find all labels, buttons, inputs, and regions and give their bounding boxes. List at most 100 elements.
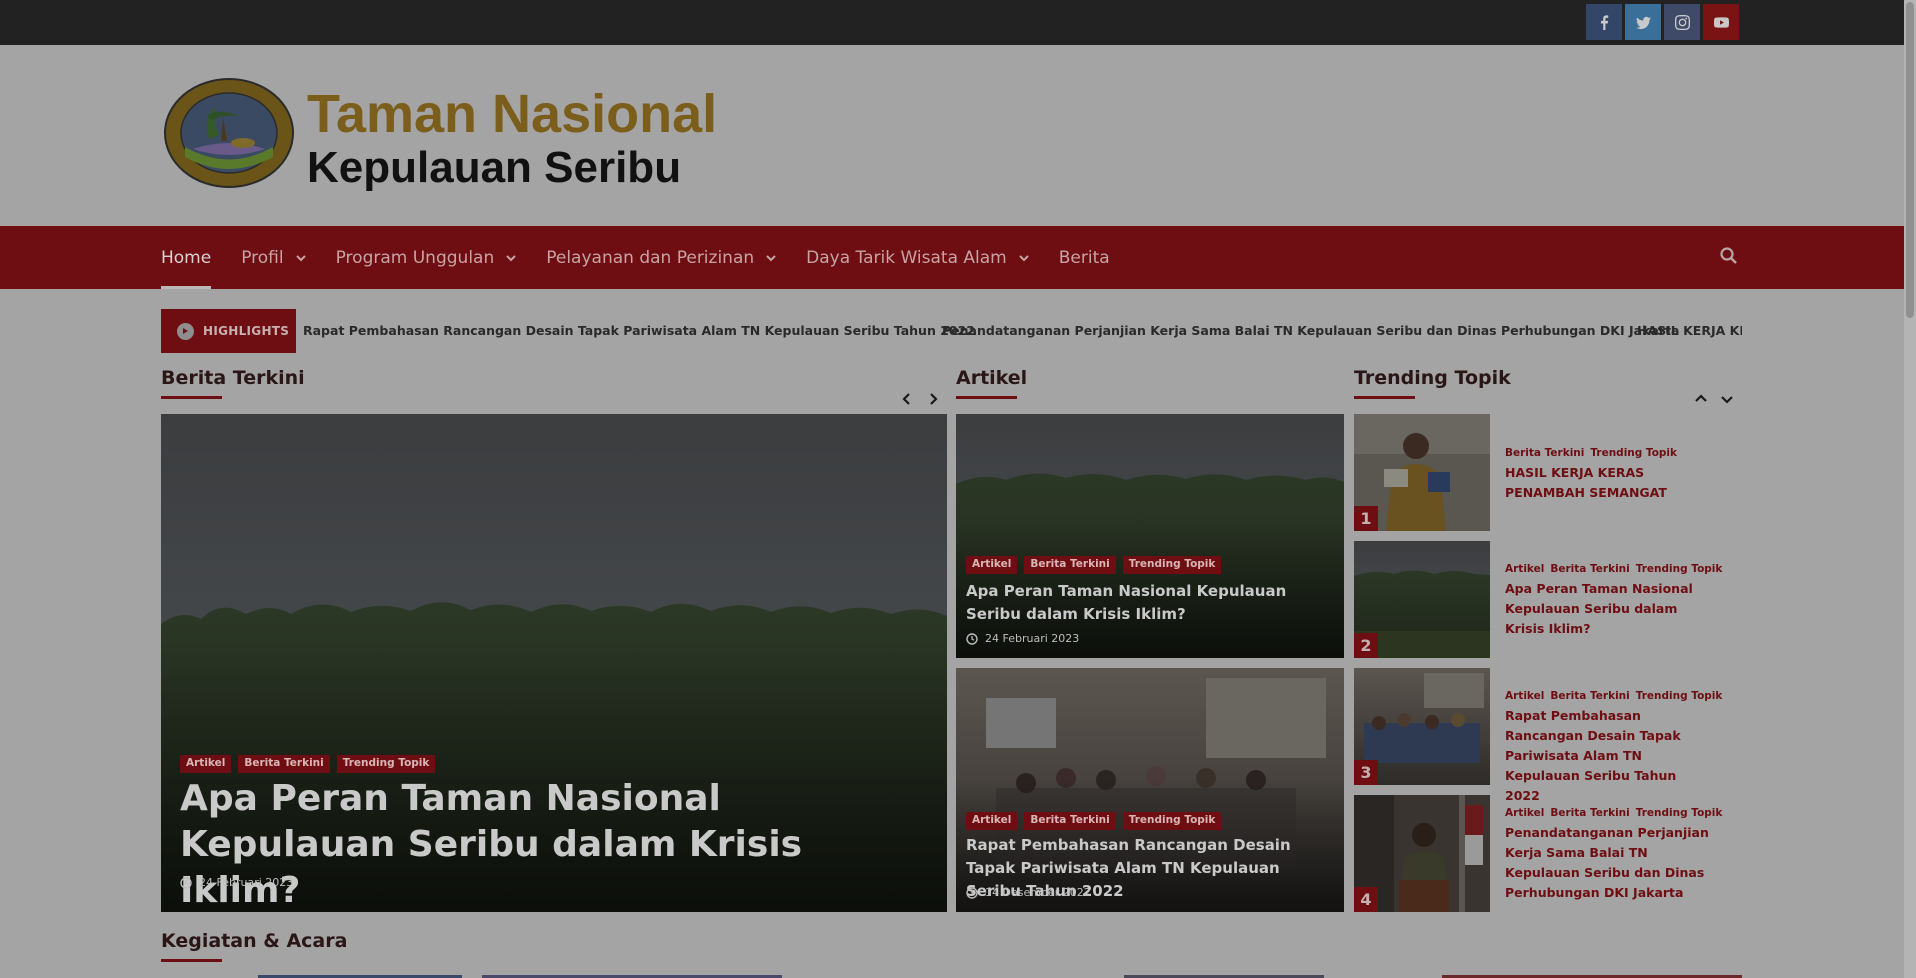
- nav-item-berita[interactable]: Berita: [1059, 226, 1110, 289]
- logo-badge-icon: [164, 78, 294, 188]
- trending-rank: 3: [1354, 760, 1378, 785]
- category-link[interactable]: Trending Topik: [1636, 563, 1723, 575]
- trending-thumbnail: 2: [1354, 541, 1490, 658]
- youtube-link[interactable]: [1703, 4, 1739, 40]
- trending-categories: Artikel Berita Terkini Trending Topik: [1505, 807, 1722, 819]
- logo-text: Taman Nasional Kepulauan Seribu: [307, 85, 717, 193]
- tag-artikel[interactable]: Artikel: [180, 755, 232, 773]
- artikel-tags: Artikel Berita Terkini Trending Topik: [966, 556, 1222, 574]
- tag-trending-topik[interactable]: Trending Topik: [1122, 556, 1222, 574]
- logo-title-line2: Kepulauan Seribu: [307, 143, 682, 192]
- tag-artikel[interactable]: Artikel: [966, 812, 1018, 830]
- trending-item[interactable]: 1 Berita Terkini Trending Topik HASIL KE…: [1354, 414, 1744, 531]
- trending-rank: 1: [1354, 506, 1378, 531]
- trending-item[interactable]: 4 Artikel Berita Terkini Trending Topik …: [1354, 795, 1744, 912]
- ticker-item[interactable]: Penandatanganan Perjanjian Kerja Sama Ba…: [942, 323, 1679, 338]
- scrollbar-thumb[interactable]: [1906, 2, 1914, 318]
- trending-thumbnail: 1: [1354, 414, 1490, 531]
- prev-arrow-icon[interactable]: [900, 392, 914, 406]
- page-scrollbar[interactable]: [1904, 0, 1916, 978]
- tag-berita-terkini[interactable]: Berita Terkini: [238, 755, 330, 773]
- trending-categories: Artikel Berita Terkini Trending Topik: [1505, 563, 1722, 575]
- date-text: 24 Februari 2023: [199, 876, 294, 889]
- nav-item-home[interactable]: Home: [161, 226, 212, 289]
- nav-item-program-unggulan[interactable]: Program Unggulan: [336, 226, 517, 289]
- category-link[interactable]: Berita Terkini: [1550, 690, 1629, 702]
- trending-item[interactable]: 2 Artikel Berita Terkini Trending Topik …: [1354, 541, 1744, 658]
- tag-trending-topik[interactable]: Trending Topik: [336, 755, 436, 773]
- trending-rank: 2: [1354, 633, 1378, 658]
- chevron-down-icon[interactable]: [1720, 392, 1734, 406]
- category-link[interactable]: Trending Topik: [1636, 807, 1723, 819]
- ticker-item[interactable]: HASIL KERJA KER: [1637, 323, 1742, 338]
- twitter-icon: [1635, 16, 1651, 29]
- section-title-kegiatan: Kegiatan & Acara: [161, 930, 348, 962]
- chevron-down-icon: [295, 254, 306, 261]
- category-link[interactable]: Artikel: [1505, 690, 1544, 702]
- main-nav: Home Profil Program Unggulan Pelayanan d…: [0, 226, 1904, 289]
- highlights-ticker: Rapat Pembahasan Rancangan Desain Tapak …: [296, 309, 1742, 353]
- trending-thumbnail: 3: [1354, 668, 1490, 785]
- instagram-icon: [1674, 14, 1690, 30]
- featured-article-card[interactable]: Artikel Berita Terkini Trending Topik Ap…: [161, 414, 947, 912]
- chevron-down-icon: [1019, 254, 1029, 261]
- nav-item-label: Daya Tarik Wisata Alam: [806, 247, 1007, 268]
- logo-title-line1: Taman Nasional: [307, 84, 718, 144]
- instagram-link[interactable]: [1664, 4, 1700, 40]
- highlights-badge: HIGHLIGHTS: [161, 309, 296, 353]
- site-logo[interactable]: Taman Nasional Kepulauan Seribu: [163, 77, 717, 193]
- category-link[interactable]: Trending Topik: [1590, 447, 1677, 459]
- trending-title[interactable]: HASIL KERJA KERAS PENAMBAH SEMANGAT: [1505, 463, 1715, 503]
- category-link[interactable]: Trending Topik: [1636, 690, 1723, 702]
- trending-categories: Artikel Berita Terkini Trending Topik: [1505, 690, 1722, 702]
- category-link[interactable]: Berita Terkini: [1505, 447, 1584, 459]
- next-arrow-icon[interactable]: [926, 392, 940, 406]
- trending-title[interactable]: Penandatanganan Perjanjian Kerja Sama Ba…: [1505, 823, 1715, 903]
- section-title-berita-terkini: Berita Terkini: [161, 367, 305, 399]
- facebook-icon: [1600, 14, 1608, 30]
- chevron-down-icon: [506, 254, 516, 261]
- clock-icon: [180, 876, 192, 889]
- youtube-icon: [1713, 16, 1729, 28]
- tag-trending-topik[interactable]: Trending Topik: [1122, 812, 1222, 830]
- clock-icon: [966, 886, 978, 899]
- artikel-card[interactable]: Artikel Berita Terkini Trending Topik Ra…: [956, 668, 1344, 912]
- date-text: 14 Desember 2022: [985, 886, 1091, 899]
- category-link[interactable]: Artikel: [1505, 807, 1544, 819]
- clock-icon: [966, 632, 978, 645]
- twitter-link[interactable]: [1625, 4, 1661, 40]
- trending-title[interactable]: Apa Peran Taman Nasional Kepulauan Serib…: [1505, 579, 1715, 639]
- trending-item[interactable]: 3 Artikel Berita Terkini Trending Topik …: [1354, 668, 1744, 803]
- tag-berita-terkini[interactable]: Berita Terkini: [1024, 556, 1116, 574]
- nav-item-label: Program Unggulan: [335, 247, 495, 268]
- category-link[interactable]: Berita Terkini: [1550, 563, 1629, 575]
- trending-thumbnail: 4: [1354, 795, 1490, 912]
- artikel-card[interactable]: Artikel Berita Terkini Trending Topik Ap…: [956, 414, 1344, 658]
- nav-item-label: Berita: [1058, 247, 1110, 268]
- nav-item-label: Home: [161, 247, 212, 268]
- tag-artikel[interactable]: Artikel: [966, 556, 1018, 574]
- nav-item-pelayanan[interactable]: Pelayanan dan Perizinan: [546, 226, 776, 289]
- chevron-up-icon[interactable]: [1694, 392, 1708, 406]
- facebook-link[interactable]: [1586, 4, 1622, 40]
- tag-berita-terkini[interactable]: Berita Terkini: [1024, 812, 1116, 830]
- nav-item-profil[interactable]: Profil: [241, 226, 306, 289]
- category-link[interactable]: Artikel: [1505, 563, 1544, 575]
- search-icon[interactable]: [1719, 246, 1739, 266]
- category-link[interactable]: Berita Terkini: [1550, 807, 1629, 819]
- section-title-artikel: Artikel: [956, 367, 1028, 399]
- nav-item-label: Profil: [241, 247, 284, 268]
- featured-tags: Artikel Berita Terkini Trending Topik: [180, 755, 436, 773]
- social-links: [1586, 4, 1739, 40]
- ticker-item[interactable]: Rapat Pembahasan Rancangan Desain Tapak …: [303, 323, 975, 338]
- featured-title[interactable]: Apa Peran Taman Nasional Kepulauan Serib…: [180, 776, 900, 912]
- play-icon[interactable]: [177, 322, 194, 340]
- featured-date: 24 Februari 2023: [180, 876, 293, 889]
- artikel-date: 24 Februari 2023: [966, 632, 1079, 645]
- trending-title[interactable]: Rapat Pembahasan Rancangan Desain Tapak …: [1505, 706, 1715, 806]
- chevron-down-icon: [766, 254, 776, 261]
- artikel-tags: Artikel Berita Terkini Trending Topik: [966, 812, 1222, 830]
- artikel-title[interactable]: Apa Peran Taman Nasional Kepulauan Serib…: [966, 580, 1338, 626]
- nav-item-daya-tarik[interactable]: Daya Tarik Wisata Alam: [806, 226, 1029, 289]
- section-title-trending: Trending Topik: [1354, 367, 1511, 399]
